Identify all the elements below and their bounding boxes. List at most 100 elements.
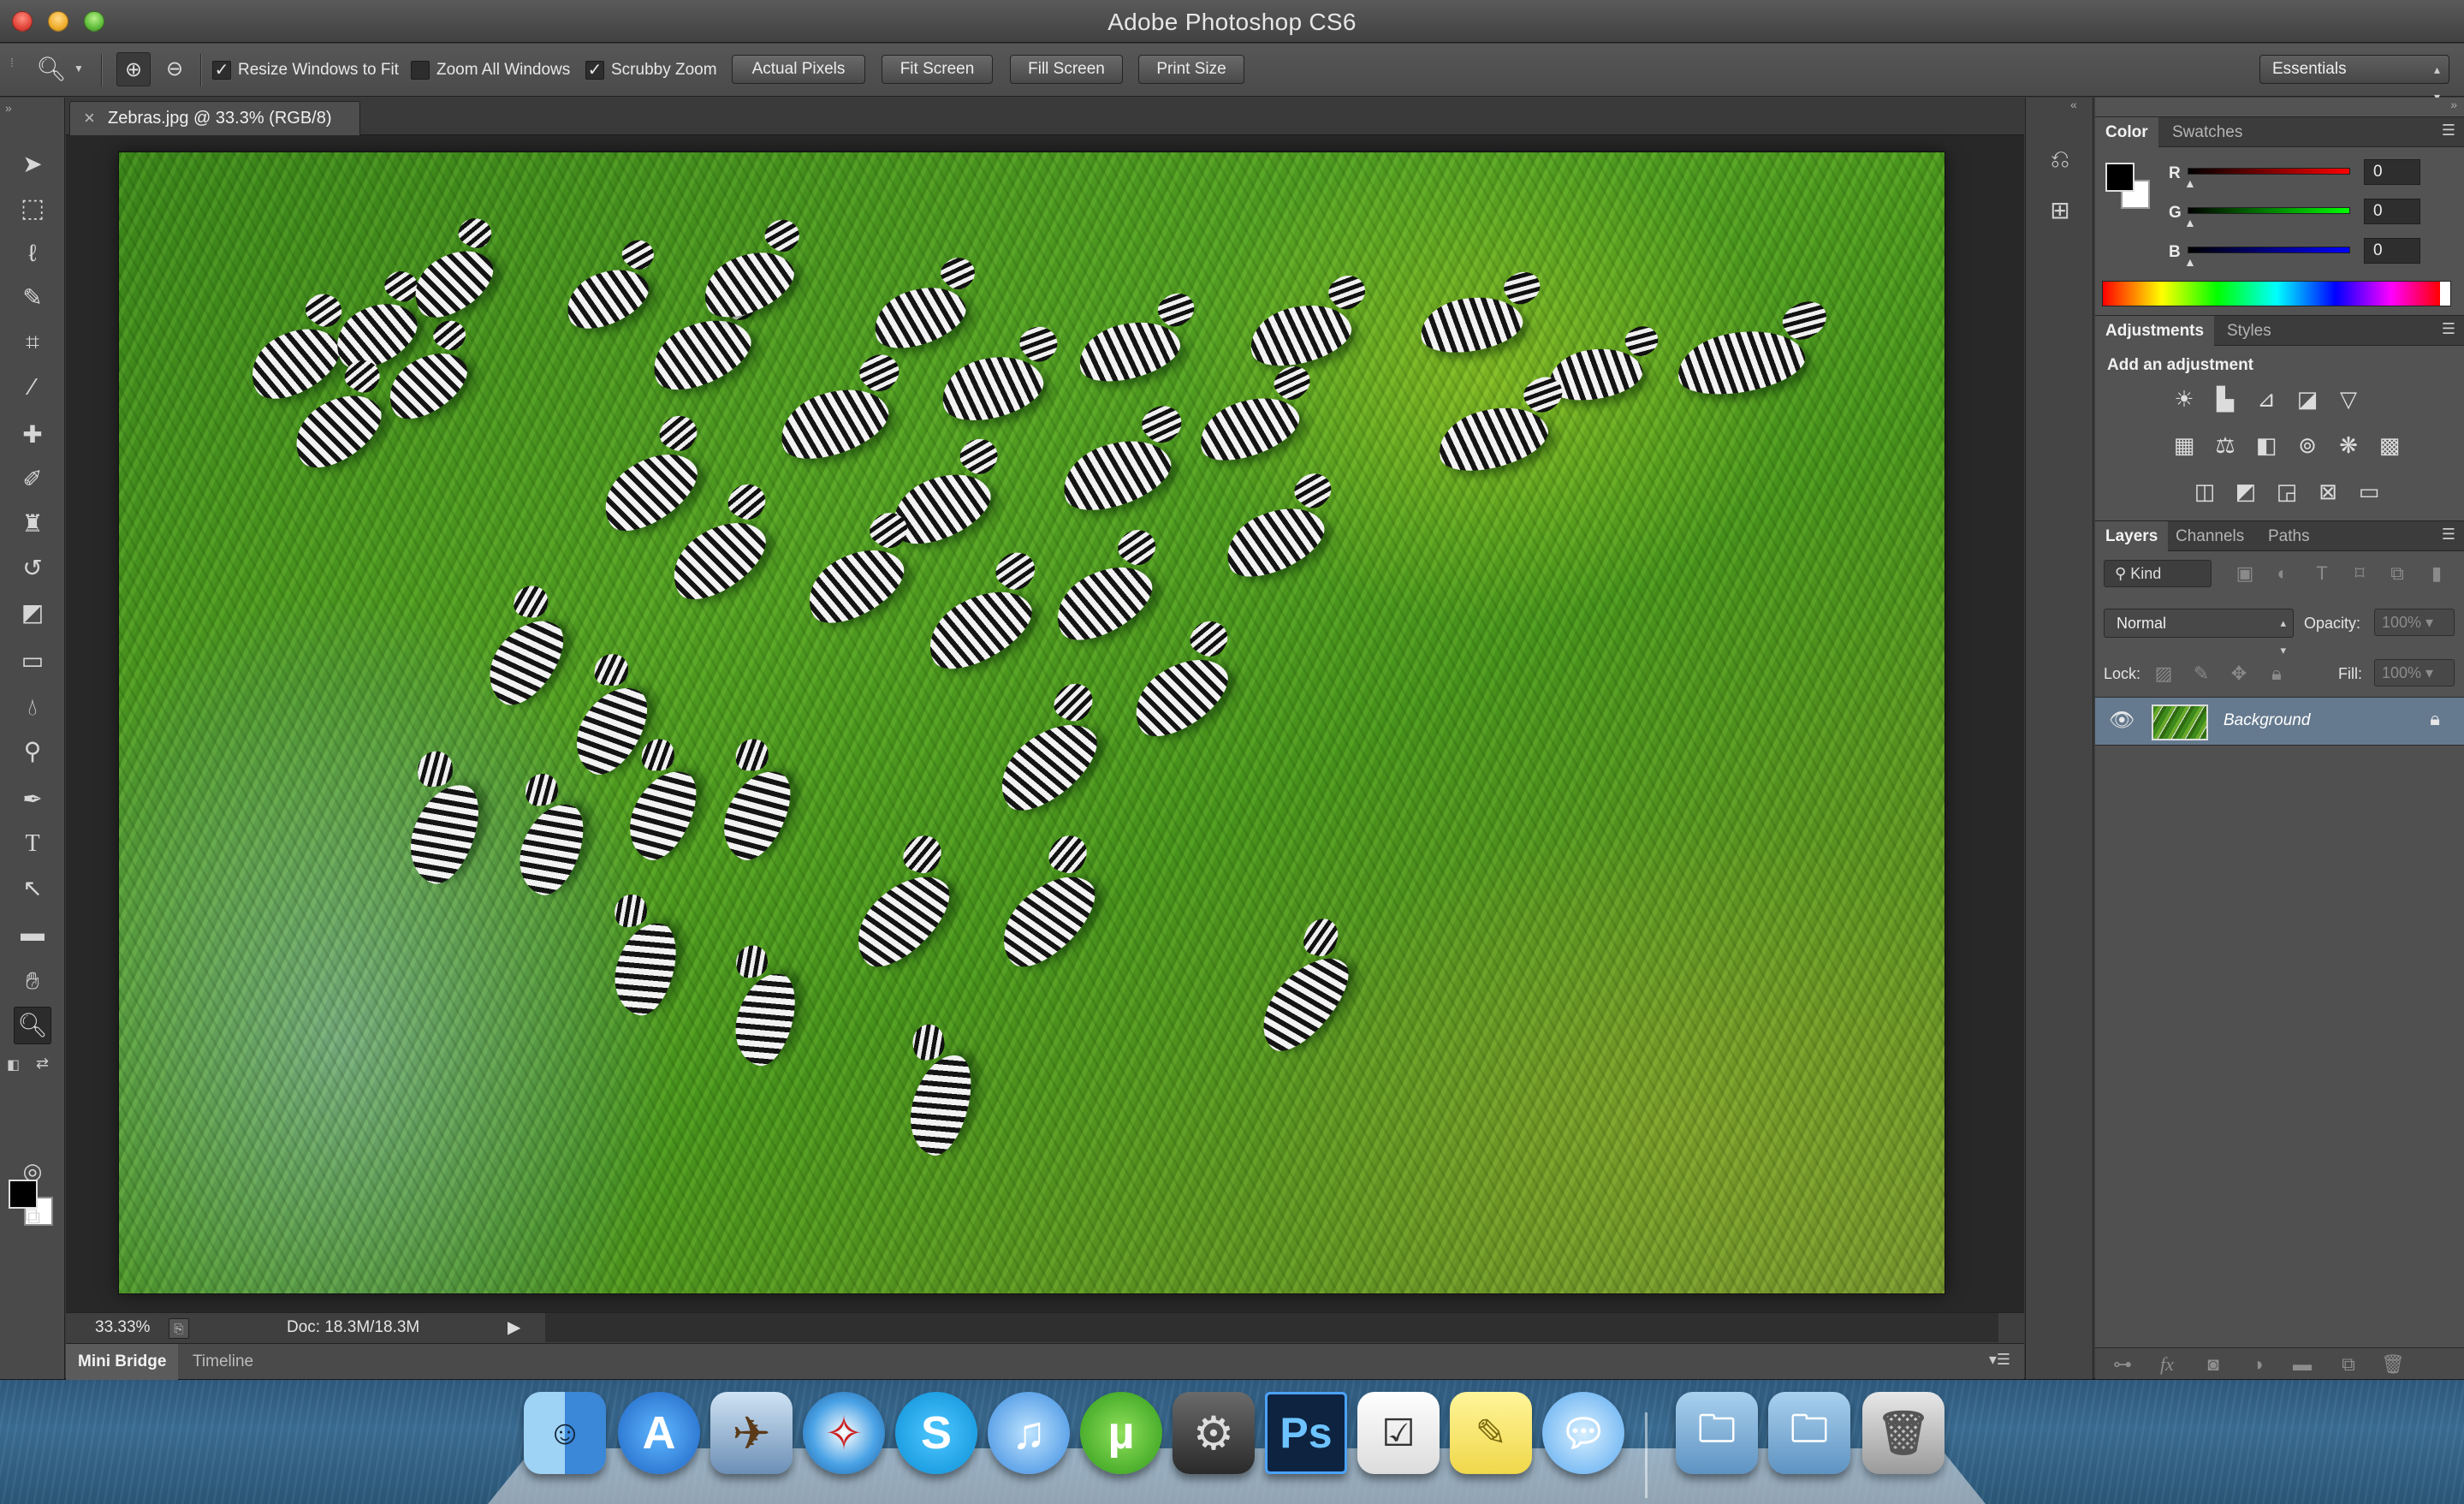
layer-style-icon[interactable]: fx xyxy=(2150,1352,2184,1377)
panel-menu-icon[interactable]: ☰ xyxy=(2442,526,2455,544)
opacity-input[interactable]: 100% ▾ xyxy=(2374,609,2455,636)
posterize-icon[interactable]: ◩ xyxy=(2229,474,2263,508)
red-value-input[interactable]: 0 xyxy=(2364,159,2420,185)
foreground-color-swatch[interactable] xyxy=(9,1180,38,1209)
color-spectrum-bar[interactable] xyxy=(2102,281,2451,306)
threshold-icon[interactable]: ◲ xyxy=(2270,474,2304,508)
zoom-all-windows-checkbox[interactable]: Zoom All Windows xyxy=(411,58,570,82)
horizontal-scrollbar[interactable] xyxy=(545,1313,1998,1342)
status-menu-arrow-icon[interactable]: ▶ xyxy=(508,1317,520,1338)
tab-color[interactable]: Color xyxy=(2095,117,2158,147)
brightness-contrast-icon[interactable]: ☀ xyxy=(2167,382,2201,416)
fill-screen-button[interactable]: Fill Screen xyxy=(1010,55,1123,84)
photoshop-icon[interactable]: Ps xyxy=(1265,1392,1347,1474)
hue-saturation-icon[interactable]: ▦ xyxy=(2167,428,2201,462)
status-options-icon[interactable]: ⎘ xyxy=(169,1318,189,1339)
properties-panel-icon[interactable]: ⊞ xyxy=(2041,192,2079,229)
tab-layers[interactable]: Layers xyxy=(2095,521,2169,551)
slider-thumb-icon[interactable]: ▲ xyxy=(2184,176,2196,190)
pen-tool-icon[interactable]: ✒ xyxy=(14,781,51,818)
lasso-tool-icon[interactable]: ℓ xyxy=(14,235,51,272)
reminders-icon[interactable]: ☑ xyxy=(1357,1392,1440,1474)
actual-pixels-button[interactable]: Actual Pixels xyxy=(732,55,865,84)
panel-expand-icon[interactable]: « xyxy=(2070,98,2077,111)
add-mask-icon[interactable]: ◙ xyxy=(2196,1352,2230,1377)
close-icon[interactable]: × xyxy=(84,102,95,134)
finder-icon[interactable]: ☺ xyxy=(524,1392,606,1474)
zoom-level[interactable]: 33.33% xyxy=(95,1318,150,1337)
fit-screen-button[interactable]: Fit Screen xyxy=(882,55,993,84)
history-brush-tool-icon[interactable]: ↺ xyxy=(14,550,51,587)
type-tool-icon[interactable]: T xyxy=(14,825,51,863)
new-adjustment-layer-icon[interactable]: ◑ xyxy=(2241,1352,2275,1377)
chevron-down-icon[interactable]: ▼ xyxy=(74,62,84,74)
gradient-map-icon[interactable]: ▭ xyxy=(2352,474,2386,508)
lock-image-icon[interactable]: ✎ xyxy=(2188,660,2215,687)
lock-all-icon[interactable]: 🔒︎ xyxy=(2263,660,2290,687)
fill-input[interactable]: 100% ▾ xyxy=(2374,659,2455,687)
tab-timeline[interactable]: Timeline xyxy=(181,1344,265,1380)
zebras-photo[interactable] xyxy=(119,152,1944,1293)
panel-menu-icon[interactable]: ▾☰ xyxy=(1989,1351,2010,1369)
rectangle-tool-icon[interactable]: ▬ xyxy=(14,914,51,952)
resize-windows-checkbox[interactable]: ✓ Resize Windows to Fit xyxy=(212,58,399,82)
tab-channels[interactable]: Channels xyxy=(2165,521,2254,551)
channel-mixer-icon[interactable]: ❋ xyxy=(2331,428,2366,462)
filter-shape-icon[interactable]: ⌑ xyxy=(2345,560,2374,587)
layer-filter-kind-select[interactable]: ⚲ Kind xyxy=(2104,560,2212,587)
new-layer-icon[interactable]: ⧉ xyxy=(2331,1352,2366,1377)
filter-adjustment-icon[interactable]: ◐ xyxy=(2268,560,2297,587)
zoom-tool-preset-icon[interactable]: 🔍︎ xyxy=(34,52,68,86)
workspace-select[interactable]: Essentials ▴ ▾ xyxy=(2259,55,2449,104)
selective-color-icon[interactable]: ⊠ xyxy=(2311,474,2345,508)
steam-icon[interactable]: ⚙ xyxy=(1173,1392,1255,1474)
itunes-icon[interactable]: ♫ xyxy=(988,1392,1070,1474)
link-layers-icon[interactable]: ⊶ xyxy=(2105,1352,2140,1377)
filter-toggle-icon[interactable]: ▮ xyxy=(2422,560,2451,587)
crop-tool-icon[interactable]: ⌗ xyxy=(14,324,51,361)
black-white-icon[interactable]: ◧ xyxy=(2249,428,2283,462)
hand-tool-icon[interactable]: ✋︎ xyxy=(14,962,51,1000)
blend-mode-select[interactable]: Normal ▴ ▾ xyxy=(2104,609,2294,657)
tab-paths[interactable]: Paths xyxy=(2258,521,2320,551)
tab-mini-bridge[interactable]: Mini Bridge xyxy=(66,1344,179,1380)
stickies-icon[interactable]: ✎ xyxy=(1450,1392,1532,1474)
folder-icon[interactable]: 🗀︎ xyxy=(1768,1392,1850,1474)
layer-row-background[interactable]: 👁︎ Background 🔒︎ xyxy=(2095,698,2464,746)
levels-icon[interactable]: ▙ xyxy=(2208,382,2242,416)
messages-icon[interactable]: 💬︎ xyxy=(1542,1392,1624,1474)
filter-type-icon[interactable]: T xyxy=(2307,560,2336,587)
default-colors-icon[interactable]: ◧ xyxy=(7,1056,20,1073)
lock-position-icon[interactable]: ✥ xyxy=(2225,660,2253,687)
zoom-tool-icon[interactable]: 🔍︎ xyxy=(14,1007,51,1044)
move-tool-icon[interactable]: ➤ xyxy=(14,146,51,183)
blue-slider[interactable] xyxy=(2188,247,2350,253)
utorrent-icon[interactable]: µ xyxy=(1080,1392,1162,1474)
slider-thumb-icon[interactable]: ▲ xyxy=(2184,216,2196,229)
scrubby-zoom-checkbox[interactable]: ✓ Scrubby Zoom xyxy=(585,58,717,82)
vibrance-icon[interactable]: ▽ xyxy=(2331,382,2366,416)
green-value-input[interactable]: 0 xyxy=(2364,199,2420,224)
tab-adjustments[interactable]: Adjustments xyxy=(2095,316,2215,346)
skype-icon[interactable]: S xyxy=(895,1392,977,1474)
print-size-button[interactable]: Print Size xyxy=(1138,55,1244,84)
eraser-tool-icon[interactable]: ◩ xyxy=(14,594,51,632)
dodge-tool-icon[interactable]: ⚲ xyxy=(14,733,51,770)
panel-menu-icon[interactable]: ☰ xyxy=(2442,320,2455,338)
slider-thumb-icon[interactable]: ▲ xyxy=(2184,255,2196,269)
document-tab[interactable]: × Zebras.jpg @ 33.3% (RGB/8) xyxy=(69,101,360,135)
delete-layer-icon[interactable]: 🗑︎ xyxy=(2376,1352,2410,1377)
tab-swatches[interactable]: Swatches xyxy=(2162,117,2253,147)
spot-healing-tool-icon[interactable]: ✚ xyxy=(14,416,51,454)
filter-pixel-icon[interactable]: ▣ xyxy=(2230,560,2259,587)
preview-icon[interactable]: ✈ xyxy=(710,1392,793,1474)
exposure-icon[interactable]: ◪ xyxy=(2290,382,2324,416)
color-lookup-icon[interactable]: ▩ xyxy=(2372,428,2407,462)
canvas-area[interactable] xyxy=(66,135,2024,1312)
eye-icon[interactable]: 👁︎ xyxy=(2109,708,2134,733)
filter-smart-object-icon[interactable]: ⧉ xyxy=(2383,560,2412,587)
lock-icon[interactable]: 🔒︎ xyxy=(2430,708,2440,730)
app-store-icon[interactable]: A xyxy=(618,1392,700,1474)
red-slider[interactable] xyxy=(2188,168,2350,175)
blue-value-input[interactable]: 0 xyxy=(2364,238,2420,264)
